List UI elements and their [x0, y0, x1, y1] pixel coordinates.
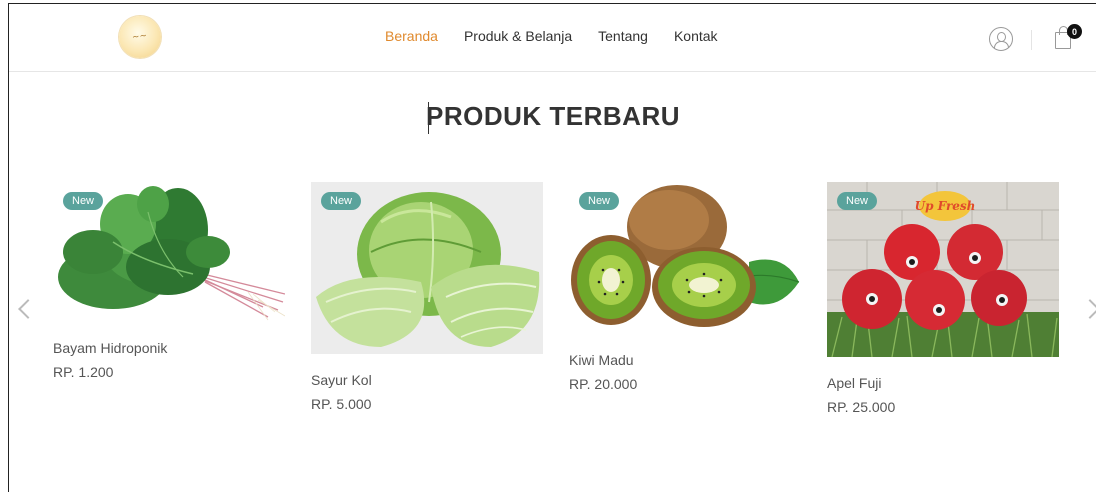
product-name[interactable]: Bayam Hidroponik [53, 340, 285, 356]
new-badge: New [837, 192, 878, 210]
product-name[interactable]: Kiwi Madu [569, 352, 801, 368]
user-account-icon[interactable] [989, 27, 1013, 51]
logo-mark: ~~ [131, 30, 149, 44]
product-card[interactable]: New Bayam Hidroponik RP. 1.200 [53, 182, 285, 380]
carousel-next-arrow-icon[interactable] [1080, 299, 1096, 319]
product-name[interactable]: Sayur Kol [311, 372, 543, 388]
nav-item-kontak[interactable]: Kontak [674, 28, 718, 44]
site-header: ~~ Beranda Produk & Belanja Tentang Kont… [9, 4, 1096, 72]
new-badge: New [579, 192, 620, 210]
product-card[interactable]: New Sayur Kol RP. 5.000 [311, 182, 543, 412]
product-image[interactable]: New [311, 182, 543, 354]
new-badge: New [321, 192, 362, 210]
page-frame: ~~ Beranda Produk & Belanja Tentang Kont… [8, 3, 1096, 492]
product-image[interactable]: Up Fresh New [827, 182, 1059, 357]
section-title: PRODUK TERBARU [426, 101, 680, 131]
product-name[interactable]: Apel Fuji [827, 375, 1059, 391]
image-brand-text: Up Fresh [915, 199, 976, 213]
nav-item-beranda[interactable]: Beranda [385, 28, 438, 44]
carousel-prev-arrow-icon[interactable] [18, 299, 38, 319]
text-cursor [428, 102, 429, 134]
brand-logo[interactable]: ~~ [119, 16, 161, 58]
nav-item-produk-belanja[interactable]: Produk & Belanja [464, 28, 572, 44]
new-badge: New [63, 192, 104, 210]
product-price: RP. 5.000 [311, 396, 372, 412]
nav-item-tentang[interactable]: Tentang [598, 28, 648, 44]
product-card[interactable]: New Kiwi Madu RP. 20.000 [569, 182, 801, 392]
product-price: RP. 25.000 [827, 399, 896, 415]
product-card[interactable]: Up Fresh New Apel Fuji RP. 25.000 [827, 182, 1059, 415]
header-divider [1031, 30, 1032, 50]
main-nav: Beranda Produk & Belanja Tentang Kontak [385, 28, 744, 44]
product-price: RP. 20.000 [569, 376, 638, 392]
product-image[interactable]: New [569, 182, 801, 334]
product-price: RP. 1.200 [53, 364, 114, 380]
product-image[interactable]: New [53, 182, 285, 322]
cart-count-badge: 0 [1067, 24, 1082, 39]
